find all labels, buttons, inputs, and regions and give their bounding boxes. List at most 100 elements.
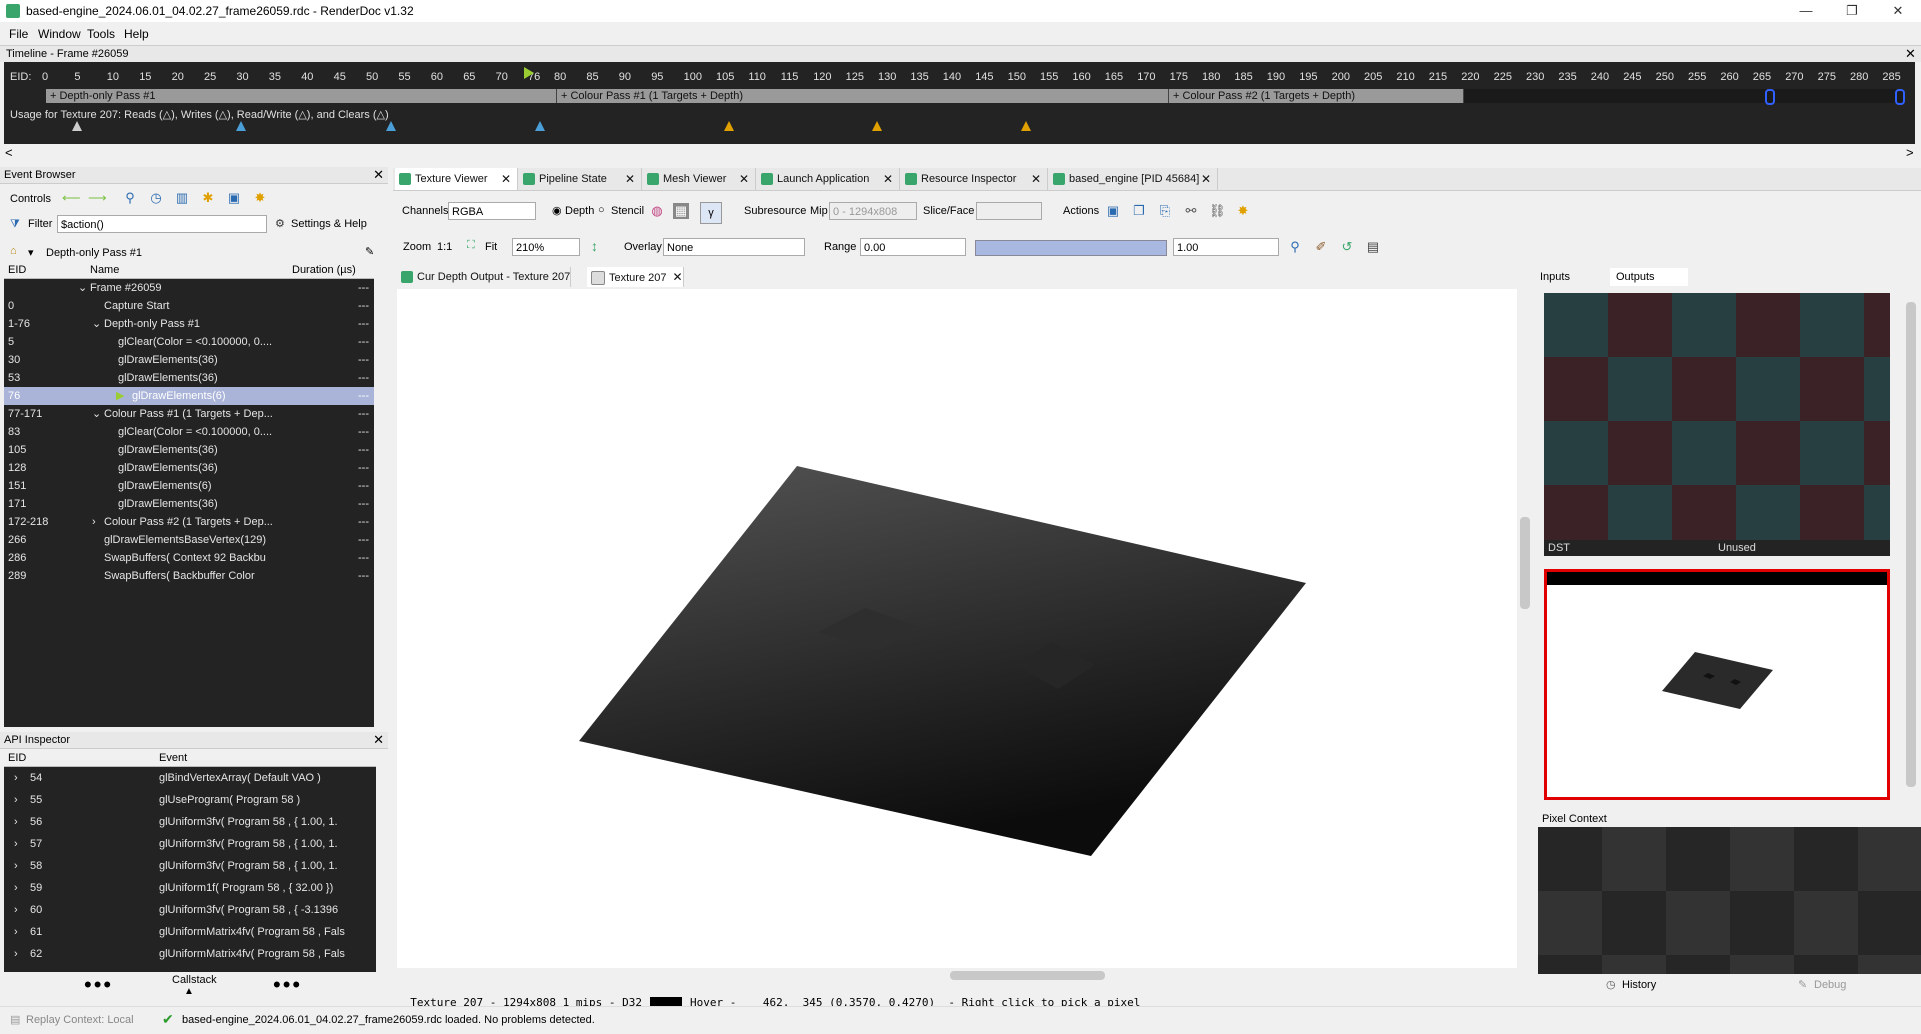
viewport-h-scrollbar[interactable]: [397, 968, 1517, 982]
copy-icon[interactable]: ❐: [1131, 203, 1147, 219]
event-row[interactable]: ⌄ Frame #26059 ---: [4, 279, 374, 297]
thumbnail-selected[interactable]: [1544, 569, 1890, 800]
link-icon[interactable]: ⛓: [1209, 203, 1226, 219]
thumbnail-dst[interactable]: [1544, 293, 1890, 540]
next-event-icon[interactable]: ⟶: [88, 190, 107, 206]
pixel-context-view[interactable]: [1538, 827, 1921, 974]
range-slider[interactable]: [975, 240, 1167, 256]
collapse-icon[interactable]: ⌄: [92, 405, 101, 423]
event-browser-close-icon[interactable]: ✕: [373, 167, 384, 183]
event-row[interactable]: 1-76 ⌄ Depth-only Pass #1 ---: [4, 315, 374, 333]
pass-colour-1[interactable]: + Colour Pass #1 (1 Targets + Depth): [557, 89, 1169, 103]
event-row[interactable]: 77-171 ⌄ Colour Pass #1 (1 Targets + Dep..…: [4, 405, 374, 423]
timeline-scrollbar[interactable]: < >: [0, 145, 1921, 161]
api-row[interactable]: › 55 glUseProgram( Program 58 ): [4, 789, 376, 811]
find-icon[interactable]: ⚲: [122, 190, 138, 206]
histogram-icon[interactable]: ▤: [1365, 239, 1381, 255]
auto-fit-icon[interactable]: ✐: [1313, 239, 1329, 255]
settings-help-button[interactable]: Settings & Help: [291, 218, 367, 230]
tab-mesh-viewer[interactable]: Mesh Viewer ✕: [643, 168, 756, 190]
tab-based-engine-pid-45684[interactable]: based_engine [PID 45684] ✕: [1049, 168, 1218, 190]
zoom-range-icon[interactable]: ⚲: [1287, 239, 1303, 255]
zoom-select[interactable]: 210%: [512, 238, 580, 256]
gamma-toggle[interactable]: γ: [700, 202, 722, 224]
extensions-actions-icon[interactable]: ✸: [1235, 203, 1251, 219]
event-row[interactable]: 0 Capture Start ---: [4, 297, 374, 315]
minimize-button[interactable]: —: [1783, 0, 1829, 22]
tab-cur-depth-output[interactable]: Cur Depth Output - Texture 207: [397, 267, 572, 287]
note-icon[interactable]: ✎: [365, 245, 374, 258]
thumbnail-scrollbar[interactable]: [1902, 287, 1921, 807]
read-marker[interactable]: [386, 121, 396, 131]
callstack-left-dots[interactable]: •••: [84, 972, 113, 998]
event-row[interactable]: 171 glDrawElements(36) ---: [4, 495, 374, 513]
prev-event-icon[interactable]: ⟵: [62, 190, 81, 206]
maximize-button[interactable]: ❐: [1829, 0, 1875, 22]
scroll-left-icon[interactable]: <: [5, 145, 13, 160]
zoom-1to1-button[interactable]: 1:1: [437, 241, 452, 253]
save-texture-icon[interactable]: ▣: [1105, 203, 1121, 219]
expand-icon[interactable]: ›: [92, 513, 96, 531]
color-picker-icon[interactable]: ◍: [649, 203, 665, 219]
expand-icon[interactable]: ›: [14, 921, 18, 943]
stats-icon[interactable]: ▥: [174, 190, 190, 206]
callstack-label[interactable]: Callstack: [172, 974, 217, 986]
stencil-radio-icon[interactable]: ○: [598, 204, 605, 216]
event-row[interactable]: 5 glClear(Color = <0.100000, 0.... ---: [4, 333, 374, 351]
save-icon[interactable]: ▣: [226, 190, 242, 206]
menu-file[interactable]: File: [9, 27, 28, 41]
flip-vertical-icon[interactable]: ↕: [591, 238, 598, 254]
api-row[interactable]: › 57 glUniform3fv( Program 58 , { 1.00, 1.: [4, 833, 376, 855]
depth-radio-icon[interactable]: ◉: [552, 204, 562, 217]
thumbnail-scroll-thumb[interactable]: [1906, 302, 1916, 787]
breadcrumb-dropdown-icon[interactable]: ▾: [28, 246, 34, 259]
range-max-input[interactable]: 1.00: [1173, 238, 1279, 256]
close-tab-icon[interactable]: ✕: [672, 270, 682, 284]
read-marker[interactable]: [236, 121, 246, 131]
clear-marker[interactable]: [72, 121, 82, 131]
api-inspector-close-icon[interactable]: ✕: [373, 732, 384, 748]
binoculars-icon[interactable]: ⚯: [1183, 203, 1199, 219]
extensions-icon[interactable]: ✸: [252, 190, 268, 206]
breadcrumb-pass[interactable]: Depth-only Pass #1: [46, 247, 142, 259]
close-tab-icon[interactable]: ✕: [739, 168, 749, 190]
close-tab-icon[interactable]: ✕: [501, 168, 511, 190]
event-row[interactable]: 76 ▶ glDrawElements(6) ---: [4, 387, 374, 405]
api-row[interactable]: › 54 glBindVertexArray( Default VAO ): [4, 767, 376, 789]
expand-icon[interactable]: ›: [14, 767, 18, 789]
tab-texture-207[interactable]: Texture 207 ✕: [587, 267, 684, 287]
reset-range-icon[interactable]: ↺: [1339, 239, 1355, 255]
write-marker[interactable]: [724, 121, 734, 131]
open-resource-icon[interactable]: ⎘: [1157, 203, 1173, 219]
gear-icon[interactable]: ⚙: [275, 217, 285, 230]
event-row[interactable]: 83 glClear(Color = <0.100000, 0.... ---: [4, 423, 374, 441]
read-marker[interactable]: [535, 121, 545, 131]
channels-select[interactable]: RGBA: [448, 202, 536, 220]
expand-icon[interactable]: ›: [14, 855, 18, 877]
range-min-input[interactable]: 0.00: [860, 238, 966, 256]
home-icon[interactable]: ⌂: [10, 245, 17, 257]
pass-colour-2[interactable]: + Colour Pass #2 (1 Targets + Depth): [1169, 89, 1464, 103]
scroll-right-icon[interactable]: >: [1906, 145, 1914, 160]
callstack-right-dots[interactable]: •••: [273, 972, 302, 998]
overlay-select[interactable]: None: [663, 238, 805, 256]
timing-icon[interactable]: ◷: [148, 190, 164, 206]
expand-icon[interactable]: ›: [14, 877, 18, 899]
write-marker[interactable]: [872, 121, 882, 131]
event-row[interactable]: 289 SwapBuffers( Backbuffer Color ---: [4, 567, 374, 585]
fit-icon[interactable]: ⛶: [467, 239, 475, 252]
debug-button[interactable]: Debug: [1814, 979, 1846, 991]
close-window-button[interactable]: ✕: [1875, 0, 1921, 22]
api-row[interactable]: › 62 glUniformMatrix4fv( Program 58 , Fals: [4, 943, 376, 965]
replay-context[interactable]: Replay Context: Local: [26, 1014, 134, 1026]
tab-resource-inspector[interactable]: Resource Inspector ✕: [901, 168, 1048, 190]
expand-icon[interactable]: ›: [14, 811, 18, 833]
viewport-v-scrollbar[interactable]: [1517, 289, 1533, 968]
bookmark-icon[interactable]: ✱: [200, 190, 216, 206]
timeline-close-icon[interactable]: ✕: [1905, 46, 1916, 62]
api-row[interactable]: › 61 glUniformMatrix4fv( Program 58 , Fals: [4, 921, 376, 943]
callstack-expand-icon[interactable]: ▲: [184, 986, 194, 997]
timeline[interactable]: EID: 0 5 10 15 20 25 30 35 40 45 50 55 60 65 70 76 80 85…: [4, 62, 1915, 144]
event-row[interactable]: 128 glDrawElements(36) ---: [4, 459, 374, 477]
event-tree-scrollbar[interactable]: [374, 262, 388, 727]
